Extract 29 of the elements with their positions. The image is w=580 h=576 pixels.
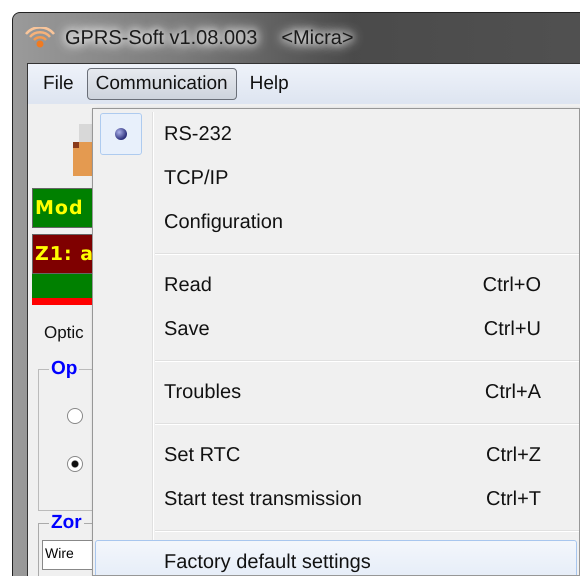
radio-button[interactable]: [67, 456, 83, 472]
menu-bar-item[interactable]: Communication: [86, 68, 237, 100]
menu-item-label: RS-232: [164, 122, 233, 146]
menu-item[interactable]: Troubles Ctrl+A: [95, 370, 577, 414]
menu-item[interactable]: RS-232: [95, 112, 577, 156]
menu-item-label: Troubles: [164, 380, 242, 404]
shortcut-label: Ctrl+O: [482, 274, 541, 296]
menu-item[interactable]: Start test transmission Ctrl+T: [95, 477, 577, 521]
tab-label[interactable]: Optic: [44, 323, 84, 343]
menu-bar-item[interactable]: File: [34, 68, 83, 100]
menu-item[interactable]: Factory default settings: [95, 540, 577, 575]
shortcut-label: Ctrl+T: [485, 488, 541, 510]
group-title: Op: [49, 358, 80, 380]
menu-item[interactable]: Set RTC Ctrl+Z: [95, 433, 577, 477]
signal-waves-icon: [25, 27, 55, 49]
menu-item-label: Save: [164, 318, 211, 340]
window-subtitle: <Micra>: [281, 26, 354, 50]
menu-item-label: Start test transmission: [164, 488, 363, 510]
menu-item-label: Set RTC: [164, 444, 242, 466]
menu-item-label: Read: [164, 274, 213, 296]
shortcut-label: Ctrl+Z: [485, 444, 541, 466]
menu-item-label: TCP/IP: [164, 166, 230, 190]
shortcut-label: Ctrl+A: [484, 380, 541, 404]
menu-bar-item[interactable]: Help: [240, 68, 298, 100]
menu-item[interactable]: Save Ctrl+U: [95, 307, 577, 351]
shortcut-label: Ctrl+U: [482, 318, 541, 340]
window-title: GPRS-Soft v1.08.003: [65, 26, 258, 50]
radio-button[interactable]: [67, 408, 83, 424]
menu-item-label: Factory default settings: [164, 550, 372, 574]
